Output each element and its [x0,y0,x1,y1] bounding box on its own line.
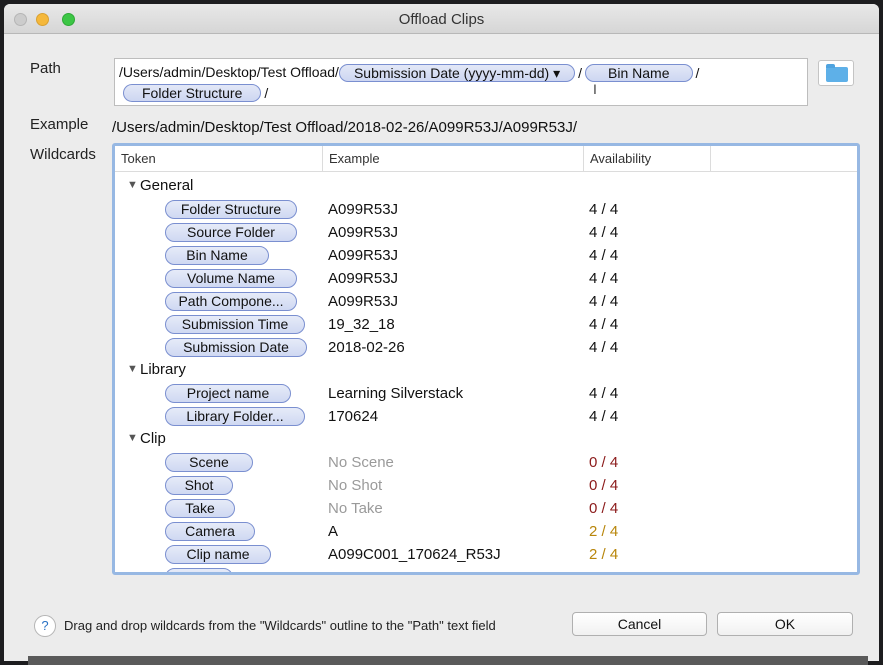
disclosure-triangle-icon[interactable]: ▼ [127,432,138,444]
table-row[interactable]: Submission Date 2018-02-26 4 / 4 [115,336,857,359]
wildcards-label: Wildcards [30,146,96,163]
group-row-library[interactable]: ▼ Library [115,359,857,382]
group-row-clip[interactable]: ▼ Clip [115,428,857,451]
folder-icon [826,64,848,82]
wildcard-token[interactable]: Project name [165,384,291,403]
availability-cell: 4 / 4 [589,339,619,356]
table-row[interactable]: Volume Name A099R53J 4 / 4 [115,267,857,290]
background-window-edge [28,656,868,665]
availability-cell: 4 / 4 [589,293,619,310]
availability-cell: 4 / 4 [589,316,619,333]
path-token-bin-name[interactable]: Bin Name [585,64,693,83]
path-line-1: /Users/admin/Desktop/Test Offload/Submis… [119,64,702,83]
example-cell: 2018-02-26 [328,339,405,356]
group-name: Clip [140,430,166,447]
table-row[interactable]: Project name Learning Silverstack 4 / 4 [115,382,857,405]
example-cell: No Scene [328,454,394,471]
cancel-button[interactable]: Cancel [572,612,707,636]
wildcard-token[interactable]: Shot [165,476,233,495]
outline-header: Token Example Availability [115,146,857,172]
group-name: General [140,177,194,194]
title-bar: Offload Clips [4,4,879,34]
availability-cell: 0 / 4 [589,454,619,471]
table-row[interactable]: Shot No Shot 0 / 4 [115,474,857,497]
table-row[interactable]: Source Folder A099R53J 4 / 4 [115,221,857,244]
column-header-example[interactable]: Example [323,146,584,172]
wildcard-token[interactable]: Bin Name [165,246,269,265]
example-cell: No Shot [328,477,383,494]
wildcard-token-partial[interactable] [165,568,233,572]
disclosure-triangle-icon[interactable]: ▼ [127,363,138,375]
availability-cell: 4 / 4 [589,270,619,287]
column-header-token[interactable]: Token [115,146,323,172]
example-cell: 19_32_18 [328,316,395,333]
wildcard-token[interactable]: Submission Date [165,338,307,357]
example-cell: A099R53J [328,293,399,310]
path-separator: / [695,65,700,82]
table-row[interactable]: Bin Name A099R53J 4 / 4 [115,244,857,267]
choose-folder-button[interactable] [818,60,854,86]
text-cursor-icon: I [593,81,597,97]
offload-clips-dialog: Offload Clips Path /Users/admin/Desktop/… [4,4,879,661]
example-cell: A099R53J [328,247,399,264]
path-label: Path [30,60,61,77]
table-row[interactable]: Path Compone... A099R53J 4 / 4 [115,290,857,313]
example-cell: 170624 [328,408,379,425]
path-text-segment: /Users/admin/Desktop/Test Offload/ [119,64,339,80]
wildcards-outline[interactable]: Token Example Availability ▼ General Fol… [112,143,860,575]
wildcard-token[interactable]: Volume Name [165,269,297,288]
example-path-value: /Users/admin/Desktop/Test Offload/2018-0… [112,119,577,136]
availability-cell: 2 / 4 [589,523,619,540]
example-cell: A099R53J [328,201,399,218]
table-row[interactable]: Camera A 2 / 4 [115,520,857,543]
wildcard-token[interactable]: Take [165,499,235,518]
wildcard-token[interactable]: Folder Structure [165,200,297,219]
path-token-folder-structure[interactable]: Folder Structure [123,84,262,103]
availability-cell: 0 / 4 [589,500,619,517]
example-cell: No Take [328,500,383,517]
availability-cell: 4 / 4 [589,201,619,218]
example-cell: A [328,523,339,540]
table-row[interactable]: Clip name A099C001_170624_R53J 2 / 4 [115,543,857,566]
example-cell: A099R53J [328,270,399,287]
availability-cell: 2 / 4 [589,546,619,563]
table-row[interactable]: Folder Structure A099R53J 4 / 4 [115,198,857,221]
table-row[interactable] [115,566,857,572]
ok-button[interactable]: OK [717,612,853,636]
path-token-submission-date[interactable]: Submission Date (yyyy-mm-dd) ▾ [338,64,576,83]
window-title: Offload Clips [398,11,485,28]
disclosure-triangle-icon[interactable]: ▼ [127,179,138,191]
wildcard-token[interactable]: Library Folder... [165,407,305,426]
wildcard-token[interactable]: Path Compone... [165,292,297,311]
example-cell: Learning Silverstack [328,385,464,402]
example-cell: A099R53J [328,224,399,241]
example-cell: A099C001_170624_R53J [328,546,501,563]
wildcard-token[interactable]: Clip name [165,545,271,564]
group-name: Library [140,361,186,378]
help-button[interactable]: ? [34,615,56,637]
table-row[interactable]: Take No Take 0 / 4 [115,497,857,520]
availability-cell: 4 / 4 [589,385,619,402]
availability-cell: 4 / 4 [589,224,619,241]
path-separator: / [264,85,269,102]
wildcard-token[interactable]: Submission Time [165,315,305,334]
path-line-2: Folder Structure / [123,84,271,103]
table-row[interactable]: Scene No Scene 0 / 4 [115,451,857,474]
path-separator: / [578,65,583,82]
wildcard-token[interactable]: Scene [165,453,253,472]
path-field[interactable]: /Users/admin/Desktop/Test Offload/Submis… [114,58,808,106]
table-row[interactable]: Submission Time 19_32_18 4 / 4 [115,313,857,336]
help-hint-text: Drag and drop wildcards from the "Wildca… [64,618,496,633]
group-row-general[interactable]: ▼ General [115,175,857,198]
availability-cell: 0 / 4 [589,477,619,494]
availability-cell: 4 / 4 [589,408,619,425]
wildcard-token[interactable]: Camera [165,522,255,541]
column-header-availability[interactable]: Availability [584,146,711,172]
example-label: Example [30,116,89,133]
availability-cell: 4 / 4 [589,247,619,264]
wildcard-token[interactable]: Source Folder [165,223,297,242]
table-row[interactable]: Library Folder... 170624 4 / 4 [115,405,857,428]
